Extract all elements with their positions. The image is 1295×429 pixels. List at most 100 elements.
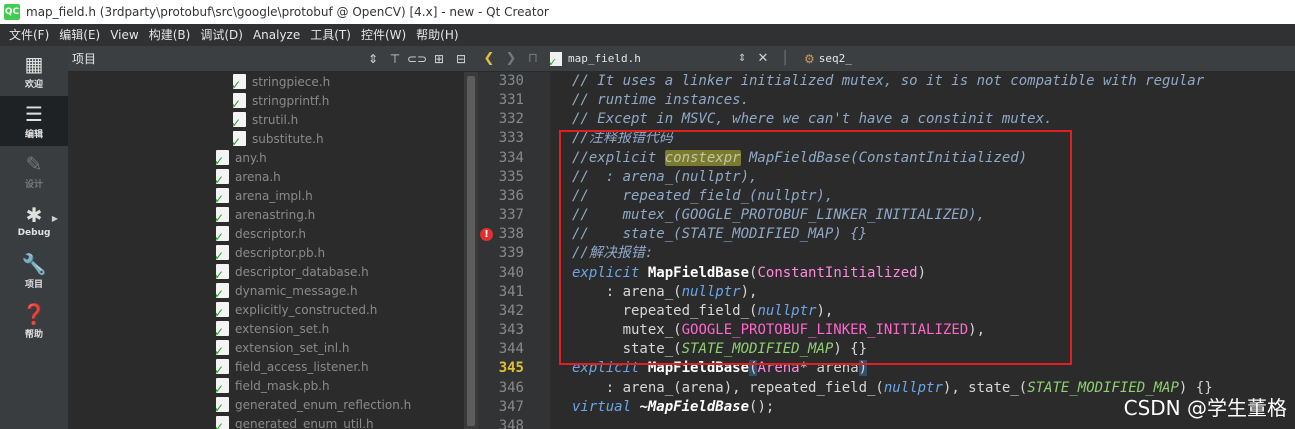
current-line-number: 345	[498, 360, 524, 376]
line-number: 336	[498, 188, 524, 204]
menu-tools[interactable]: 工具(T)	[305, 24, 356, 46]
header-file-icon	[214, 245, 229, 263]
file-name: any.h	[235, 150, 267, 165]
project-view-selector[interactable]: 项目	[72, 50, 362, 67]
tree-item[interactable]: field_access_listener.h	[214, 357, 369, 377]
tree-item[interactable]: substitute.h	[231, 129, 324, 149]
file-name: descriptor.pb.h	[235, 245, 326, 260]
menu-file[interactable]: 文件(F)	[4, 24, 54, 46]
file-name: strutil.h	[252, 112, 299, 127]
header-file-icon	[214, 169, 229, 187]
tree-item[interactable]: generated_enum_util.h	[214, 414, 374, 429]
code-line: virtual ~MapFieldBase();	[572, 398, 774, 417]
lock-icon[interactable]: ⊓	[522, 51, 544, 66]
menu-debug[interactable]: 调试(D)	[195, 24, 248, 46]
tree-item[interactable]: dynamic_message.h	[214, 281, 358, 301]
file-name: explicitly_constructed.h	[235, 302, 378, 317]
header-file-icon	[214, 359, 229, 377]
forward-icon[interactable]: ❯	[500, 51, 522, 66]
mode-help[interactable]: ❓ 帮助	[0, 296, 68, 346]
header-file-icon	[548, 51, 562, 69]
file-name: stringprintf.h	[252, 93, 330, 108]
file-name: dynamic_message.h	[235, 283, 358, 298]
line-number: 333	[498, 130, 524, 146]
tree-item[interactable]: descriptor.h	[214, 224, 306, 244]
window-title: map_field.h (3rdparty\protobuf\src\googl…	[26, 5, 549, 19]
header-file-icon	[214, 207, 229, 225]
design-icon: ✎	[25, 151, 43, 176]
menu-edit[interactable]: 编辑(E)	[54, 24, 105, 46]
code-line: : arena_(arena), repeated_field_(nullptr…	[572, 379, 1213, 398]
header-file-icon	[214, 397, 229, 415]
tree-item[interactable]: stringpiece.h	[231, 72, 330, 92]
file-name: field_access_listener.h	[235, 359, 369, 374]
window-title-bar: QC map_field.h (3rdparty\protobuf\src\go…	[0, 0, 1295, 24]
project-scroll-thumb[interactable]	[467, 76, 475, 426]
tree-item[interactable]: any.h	[214, 148, 267, 168]
code-line: // It uses a linker initialized mutex, s…	[572, 72, 1204, 91]
tree-item[interactable]: arena_impl.h	[214, 186, 313, 206]
header-file-icon	[214, 188, 229, 206]
tree-item[interactable]: field_mask.pb.h	[214, 376, 330, 396]
mode-selector: ▦ 欢迎 ☰ 编辑 ✎ 设计 ✱ Debug ▶ 🔧 项目 ❓ 帮助	[0, 46, 68, 429]
tree-item[interactable]: stringprintf.h	[231, 91, 330, 111]
menu-controls[interactable]: 控件(W)	[356, 24, 411, 46]
split-icon[interactable]: │	[774, 51, 796, 66]
mode-projects[interactable]: 🔧 项目	[0, 246, 68, 296]
header-file-icon	[214, 321, 229, 339]
file-name: field_mask.pb.h	[235, 378, 330, 393]
split-icon[interactable]: ⊞	[428, 52, 450, 66]
back-icon[interactable]: ❮	[478, 51, 500, 66]
line-number: 335	[498, 169, 524, 185]
comment: // It uses a linker initialized mutex, s…	[572, 73, 1205, 89]
symbol-selector[interactable]: seq2_	[819, 52, 852, 65]
annotation-rectangle	[559, 130, 1072, 365]
filter-icon[interactable]: ⊤	[384, 52, 406, 66]
tree-item[interactable]: arena.h	[214, 167, 281, 187]
header-file-icon	[214, 264, 229, 282]
symbol-icon: ⚙	[804, 51, 815, 66]
combo-arrow-icon[interactable]: ⇕	[738, 53, 752, 64]
menu-view[interactable]: View	[105, 24, 143, 46]
mode-design[interactable]: ✎ 设计	[0, 146, 68, 196]
chevron-right-icon: ▶	[51, 214, 58, 223]
mode-label: 帮助	[24, 329, 43, 340]
comment: // runtime instances.	[572, 92, 750, 108]
tree-item[interactable]: explicitly_constructed.h	[214, 300, 378, 320]
tree-item[interactable]: extension_set.h	[214, 319, 329, 339]
error-marker-icon[interactable]: !	[480, 228, 493, 241]
tree-item[interactable]: extension_set_inl.h	[214, 338, 350, 358]
mode-welcome[interactable]: ▦ 欢迎	[0, 46, 68, 96]
editor-toolbar: ❮ ❯ ⊓ map_field.h ⇕ ✕ │ ⚙ seq2_	[478, 46, 1295, 72]
header-file-icon	[214, 302, 229, 320]
tree-item[interactable]: strutil.h	[231, 110, 299, 130]
qt-creator-logo-icon: QC	[4, 4, 20, 20]
mode-label: 设计	[24, 179, 43, 190]
header-file-icon	[214, 378, 229, 396]
help-icon: ❓	[21, 301, 47, 326]
file-name: generated_enum_util.h	[235, 416, 374, 429]
combo-arrow-icon[interactable]: ⇕	[362, 52, 384, 66]
mode-debug[interactable]: ✱ Debug ▶	[0, 196, 68, 246]
header-file-icon	[214, 150, 229, 168]
close-icon[interactable]: ✕	[752, 51, 774, 66]
link-icon[interactable]: ⊂⊃	[406, 52, 428, 66]
code-token: ();	[749, 399, 775, 415]
menu-build[interactable]: 构建(B)	[144, 24, 196, 46]
tree-item[interactable]: descriptor_database.h	[214, 262, 369, 282]
close-panel-icon[interactable]: ⊟	[450, 52, 472, 66]
tree-item[interactable]: arenastring.h	[214, 205, 315, 225]
keyword: nullptr	[883, 380, 943, 396]
line-number: 330	[498, 73, 524, 89]
file-name: extension_set_inl.h	[235, 340, 350, 355]
line-number: 339	[498, 245, 524, 261]
mode-edit[interactable]: ☰ 编辑	[0, 96, 68, 146]
mode-label: Debug	[17, 228, 51, 238]
open-document-selector[interactable]: map_field.h	[568, 52, 738, 65]
menu-help[interactable]: 帮助(H)	[411, 24, 463, 46]
menu-analyze[interactable]: Analyze	[248, 24, 305, 46]
file-name: descriptor_database.h	[235, 264, 369, 279]
tree-item[interactable]: descriptor.pb.h	[214, 243, 326, 263]
tree-item[interactable]: generated_enum_reflection.h	[214, 395, 411, 415]
line-number: 344	[498, 341, 524, 357]
